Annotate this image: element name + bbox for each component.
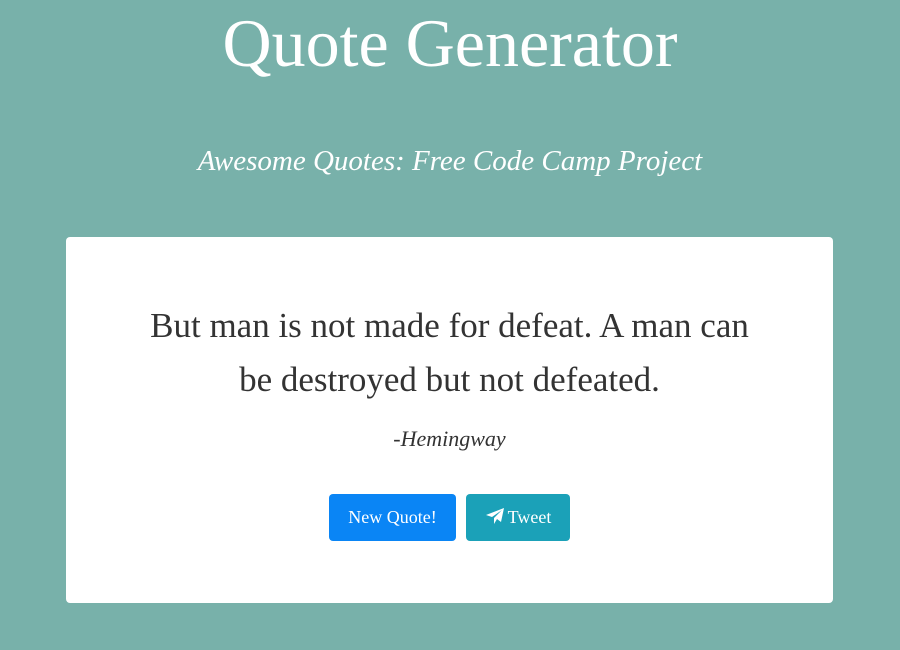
- tweet-button[interactable]: Tweet: [466, 494, 570, 541]
- tweet-button-label: Tweet: [507, 507, 552, 527]
- new-quote-button-label: New Quote!: [348, 507, 437, 527]
- new-quote-button[interactable]: New Quote!: [329, 494, 456, 541]
- quote-card: But man is not made for defeat. A man ca…: [66, 237, 833, 603]
- quote-text: But man is not made for defeat. A man ca…: [150, 306, 749, 399]
- page-subtitle: Awesome Quotes: Free Code Camp Project: [197, 145, 703, 177]
- button-group: New Quote! Tweet: [66, 494, 833, 541]
- paper-plane-icon: [485, 508, 504, 524]
- quote-author: -Hemingway: [393, 426, 506, 451]
- page: Quote Generator Awesome Quotes: Free Cod…: [0, 0, 900, 650]
- page-title: Quote Generator: [222, 5, 678, 81]
